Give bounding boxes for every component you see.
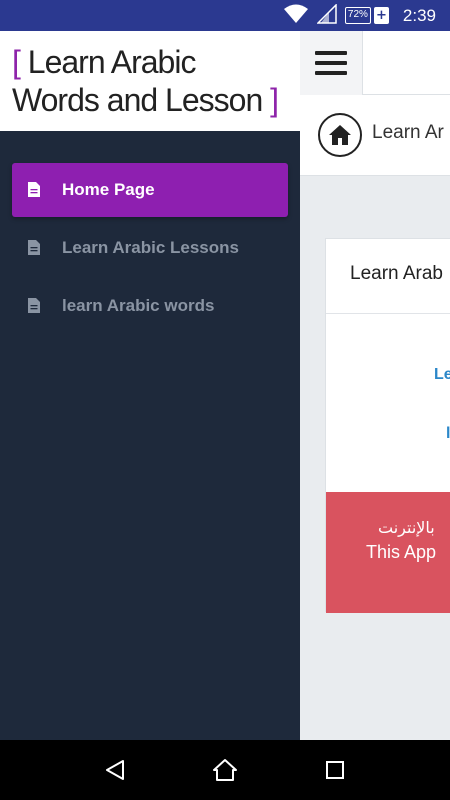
hamburger-menu-icon[interactable] [300, 31, 363, 95]
top-bar [300, 31, 450, 95]
alert-english-text: This App [366, 542, 437, 562]
charging-icon: + [373, 7, 389, 24]
alert-arabic-text: بالإنترنت [378, 518, 435, 537]
main-content: Learn Ar Learn Arab Le l بالإنترنت This … [300, 31, 450, 740]
brand-line-2: Words and Lesson [12, 82, 263, 118]
nav-item-label: Home Page [62, 180, 155, 199]
battery-indicator: 72% + [344, 7, 389, 24]
back-icon[interactable] [95, 750, 135, 790]
brand-logo[interactable]: [ Learn Arabic Words and Lesson ] [0, 31, 300, 131]
file-icon [28, 240, 42, 256]
nav-item-learn-arabic-lessons[interactable]: Learn Arabic Lessons [12, 221, 288, 275]
home-nav-icon[interactable] [205, 750, 245, 790]
bracket-close: ] [270, 82, 279, 118]
file-icon [28, 182, 42, 198]
breadcrumb-title: Learn Ar [372, 122, 444, 143]
signal-icon [316, 2, 337, 28]
recents-icon[interactable] [315, 750, 355, 790]
drawer-menu: Home Page Learn Arabic Lessons learn Ara… [0, 131, 300, 333]
system-navigation-bar [0, 740, 450, 800]
card-link-2[interactable]: l [446, 425, 450, 443]
wifi-icon [283, 4, 309, 28]
home-icon[interactable] [318, 113, 362, 157]
breadcrumb: Learn Ar [300, 95, 450, 176]
card-title: Learn Arab [326, 239, 450, 314]
content-card: Learn Arab Le l بالإنترنت This App [325, 238, 450, 613]
bracket-open: [ [12, 44, 21, 80]
clock: 2:39 [402, 5, 436, 25]
card-link-1[interactable]: Le [434, 366, 450, 384]
nav-item-label: Learn Arabic Lessons [62, 238, 239, 257]
brand-line-1: Learn Arabic [27, 44, 197, 80]
file-icon [28, 298, 42, 314]
status-bar: 72% + 2:39 [0, 0, 450, 31]
nav-item-home-page[interactable]: Home Page [12, 163, 288, 217]
navigation-drawer: [ Learn Arabic Words and Lesson ] Home P… [0, 31, 300, 740]
nav-item-label: learn Arabic words [62, 296, 215, 315]
battery-level: 72% [344, 7, 371, 24]
alert-box: بالإنترنت This App [326, 492, 450, 613]
nav-item-learn-arabic-words[interactable]: learn Arabic words [12, 279, 288, 333]
